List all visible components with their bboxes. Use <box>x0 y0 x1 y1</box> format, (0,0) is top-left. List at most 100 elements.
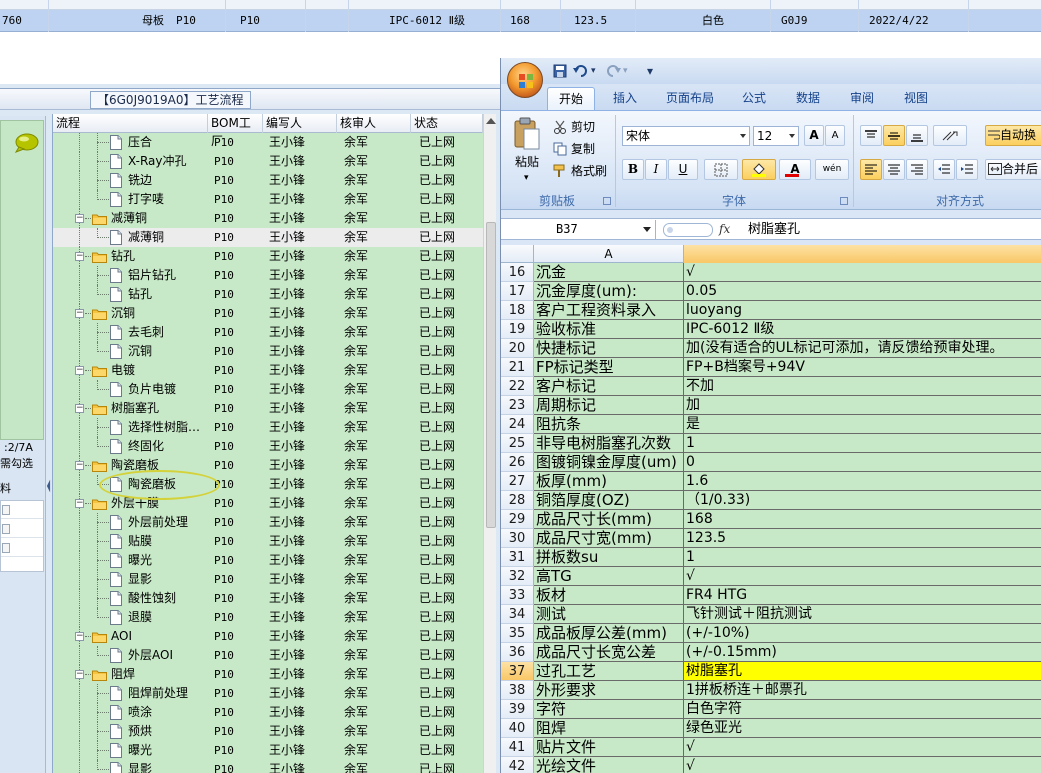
cell-b[interactable]: IPC-6012 Ⅱ级 <box>684 320 1041 339</box>
cell-a[interactable]: 高TG <box>534 567 684 586</box>
font-dialog-launcher-icon[interactable] <box>840 197 848 205</box>
formula-input[interactable]: 树脂塞孔 <box>748 220 800 239</box>
cell-b[interactable]: 加(没有适合的UL标记可添加，请反馈给预审处理。 <box>684 339 1041 358</box>
active-cell-b[interactable]: 树脂塞孔 <box>684 662 1041 681</box>
cell-a[interactable]: 铜箔厚度(OZ) <box>534 491 684 510</box>
collapse-icon[interactable]: − <box>75 252 84 261</box>
tree-item-row[interactable]: 钻孔 P10 王小锋 余军 已上网 <box>53 285 483 304</box>
formula-bar-handle-icon[interactable] <box>663 223 713 237</box>
tree-item-row[interactable]: 陶瓷磨板 P10 王小锋 余军 已上网 <box>53 475 483 494</box>
merge-center-button[interactable]: 合并后 <box>985 159 1041 180</box>
row-header[interactable]: 21 <box>501 358 534 377</box>
row-header[interactable]: 29 <box>501 510 534 529</box>
cell-a[interactable]: 客户工程资料录入 <box>534 301 684 320</box>
row-header[interactable]: 27 <box>501 472 534 491</box>
collapse-icon[interactable]: − <box>75 670 84 679</box>
tree-item-row[interactable]: 预烘 P10 王小锋 余军 已上网 <box>53 722 483 741</box>
cell-a[interactable]: FP标记类型 <box>534 358 684 377</box>
row-checkbox[interactable] <box>2 505 10 515</box>
cell-a[interactable]: 快捷标记 <box>534 339 684 358</box>
row-header[interactable]: 25 <box>501 434 534 453</box>
row-header[interactable]: 34 <box>501 605 534 624</box>
cell-b[interactable]: 123.5 <box>684 529 1041 548</box>
tree-folder-row[interactable]: − 阻焊 P10 王小锋 余军 已上网 <box>53 665 483 684</box>
tree-folder-row[interactable]: − 电镀 P10 王小锋 余军 已上网 <box>53 361 483 380</box>
scroll-up-arrow-icon[interactable] <box>486 118 496 124</box>
cell-b[interactable]: √ <box>684 757 1041 773</box>
format-painter-button[interactable]: 格式刷 <box>571 162 607 180</box>
row-header[interactable]: 38 <box>501 681 534 700</box>
row-header[interactable]: 31 <box>501 548 534 567</box>
cell-b[interactable]: 0.05 <box>684 282 1041 301</box>
cell-a[interactable]: 成品尺寸宽(mm) <box>534 529 684 548</box>
tab-view[interactable]: 视图 <box>893 87 939 110</box>
tree-item-row[interactable]: 沉铜 P10 王小锋 余军 已上网 <box>53 342 483 361</box>
cell-a[interactable]: 板材 <box>534 586 684 605</box>
row-header[interactable]: 32 <box>501 567 534 586</box>
name-box[interactable]: B37 <box>501 220 656 239</box>
tab-formulas[interactable]: 公式 <box>731 87 777 110</box>
row-header[interactable]: 40 <box>501 719 534 738</box>
tree-folder-row[interactable]: − AOI P10 王小锋 余军 已上网 <box>53 627 483 646</box>
tree-item-row[interactable]: X-Ray冲孔 P10 王小锋 余军 已上网 <box>53 152 483 171</box>
cell-a[interactable]: 沉金 <box>534 263 684 282</box>
cell-b[interactable]: 1 <box>684 434 1041 453</box>
align-top-button[interactable] <box>860 125 882 146</box>
cell-a[interactable]: 验收标准 <box>534 320 684 339</box>
tree-item-row[interactable]: 打字唛 P10 王小锋 余军 已上网 <box>53 190 483 209</box>
copy-button[interactable]: 复制 <box>571 140 595 158</box>
column-header-b[interactable] <box>684 245 1041 263</box>
scrollbar-thumb[interactable] <box>486 222 496 528</box>
tree-vertical-scrollbar[interactable] <box>483 114 496 773</box>
col-header-status[interactable]: 状态 <box>411 114 483 133</box>
undo-dropdown-icon[interactable]: ▾ <box>591 62 596 80</box>
tree-item-row[interactable]: 贴膜 P10 王小锋 余军 已上网 <box>53 532 483 551</box>
align-right-button[interactable] <box>906 159 928 180</box>
row-header[interactable]: 24 <box>501 415 534 434</box>
align-bottom-button[interactable] <box>906 125 928 146</box>
font-name-combo[interactable]: 宋体 <box>622 126 750 146</box>
cell-a[interactable]: 沉金厚度(um): <box>534 282 684 301</box>
cell-b[interactable]: 不加 <box>684 377 1041 396</box>
save-icon[interactable] <box>553 64 567 78</box>
tree-item-row[interactable]: 铣边 P10 王小锋 余军 已上网 <box>53 171 483 190</box>
fill-color-button[interactable] <box>742 159 776 180</box>
row-header[interactable]: 33 <box>501 586 534 605</box>
row-header[interactable]: 37 <box>501 662 534 681</box>
column-header-a[interactable]: A <box>534 245 684 263</box>
cell-b[interactable]: √ <box>684 738 1041 757</box>
cell-b[interactable]: 加 <box>684 396 1041 415</box>
cell-a[interactable]: 过孔工艺 <box>534 662 684 681</box>
cell-a[interactable]: 图镀铜镍金厚度(um) <box>534 453 684 472</box>
col-header-bom[interactable]: BOM工厂 <box>208 114 263 148</box>
col-header-author[interactable]: 编写人 <box>263 114 337 133</box>
cell-b[interactable]: (+/-0.15mm) <box>684 643 1041 662</box>
grow-font-button[interactable]: A <box>804 125 824 146</box>
wrap-text-button[interactable]: 自动换 <box>985 125 1041 146</box>
tab-data[interactable]: 数据 <box>785 87 831 110</box>
tree-item-row[interactable]: 退膜 P10 王小锋 余军 已上网 <box>53 608 483 627</box>
row-header[interactable]: 39 <box>501 700 534 719</box>
tree-item-row[interactable]: 终固化 P10 王小锋 余军 已上网 <box>53 437 483 456</box>
cell-a[interactable]: 非导电树脂塞孔次数 <box>534 434 684 453</box>
cell-a[interactable]: 阻抗条 <box>534 415 684 434</box>
collapse-icon[interactable]: − <box>75 309 84 318</box>
insert-function-icon[interactable]: fx <box>719 220 730 239</box>
row-header[interactable]: 41 <box>501 738 534 757</box>
col-header-process[interactable]: 流程 <box>53 114 208 133</box>
cell-a[interactable]: 字符 <box>534 700 684 719</box>
tree-folder-row[interactable]: − 减薄铜 P10 王小锋 余军 已上网 <box>53 209 483 228</box>
tree-item-row[interactable]: 曝光 P10 王小锋 余军 已上网 <box>53 741 483 760</box>
cell-a[interactable]: 外形要求 <box>534 681 684 700</box>
redo-icon[interactable] <box>605 64 621 78</box>
tree-item-row[interactable]: 去毛刺 P10 王小锋 余军 已上网 <box>53 323 483 342</box>
tree-item-row[interactable]: 选择性树脂… P10 王小锋 余军 已上网 <box>53 418 483 437</box>
cell-a[interactable]: 板厚(mm) <box>534 472 684 491</box>
font-size-combo[interactable]: 12 <box>753 126 799 146</box>
cell-a[interactable]: 成品尺寸长宽公差 <box>534 643 684 662</box>
clipboard-dialog-launcher-icon[interactable] <box>603 197 611 205</box>
tree-item-row[interactable]: 减薄铜 P10 王小锋 余军 已上网 <box>53 228 483 247</box>
italic-button[interactable]: I <box>645 159 667 180</box>
increase-indent-button[interactable] <box>956 159 978 180</box>
collapse-icon[interactable]: − <box>75 499 84 508</box>
